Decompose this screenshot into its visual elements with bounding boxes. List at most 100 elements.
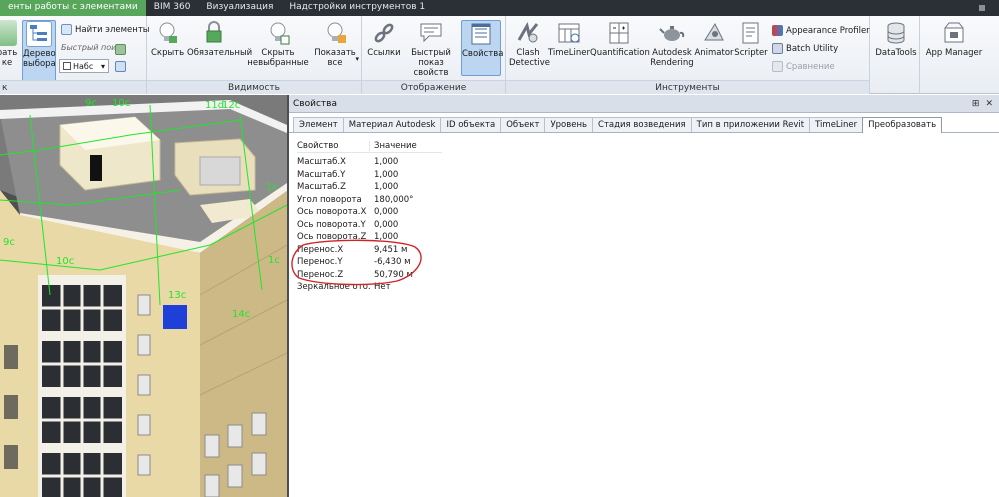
compare-button[interactable]: Сравнение [772,61,835,72]
timeliner-button[interactable]: TimeLiner [548,20,590,58]
property-row[interactable]: Перенос.X 9,451 м [297,244,442,257]
property-value: 180,000° [374,194,414,205]
quick-properties-button[interactable]: Быстрый показ свойств [402,20,460,78]
tab-object-id[interactable]: ID объекта [440,117,502,132]
property-value: 1,000 [374,157,399,168]
properties-table: Свойство Значение Масштаб.X 1,000 Масштаб.… [297,139,442,294]
autodesk-rendering-button[interactable]: Autodesk Rendering [649,20,695,68]
tab-object[interactable]: Объект [500,117,546,132]
building-model: 9c 10c 11d 12c 9c 10c 13c 14c 1c 1c [0,95,287,497]
hide-button[interactable]: Скрыть [151,20,184,58]
selected-element-highlight[interactable] [163,305,187,329]
quantification-button[interactable]: Quantification [590,20,650,58]
property-row[interactable]: Перенос.Z 50,790 м [297,269,442,282]
ribbon-tab-bar: енты работы с элементами BIM 360 Визуали… [0,0,999,16]
animator-icon [701,20,727,46]
lightbulb-multi-icon [265,20,291,46]
properties-tab-strip: Элемент Материал Autodesk ID объекта Объ… [289,116,999,133]
links-button[interactable]: Ссылки [365,20,403,58]
batch-utility-label: Batch Utility [786,43,839,54]
properties-label: Свойства [462,49,504,59]
property-name: Ось поворота.Y [297,219,366,230]
property-name: Зеркальное ото... [297,282,370,293]
column-header-property[interactable]: Свойство [297,140,370,151]
tab-transform[interactable]: Преобразовать [862,117,943,133]
tab-level[interactable]: Уровень [544,117,594,132]
panel-datatools: DataTools [870,16,920,94]
selection-set-combo[interactable]: Набс ▾ [59,59,109,73]
save-selection-button[interactable] [115,44,126,55]
property-name: Ось поворота.X [297,207,367,218]
tab-element[interactable]: Элемент [293,117,344,132]
clash-detective-button[interactable]: Clash Detective [509,20,550,68]
property-name: Угол поворота [297,194,362,205]
find-items-button[interactable]: Найти элементы [61,24,150,35]
property-name: Перенос.Y [297,257,343,268]
property-row[interactable]: Ось поворота.Z 1,000 [297,231,442,244]
property-name: Масштаб.Z [297,182,346,193]
hide-tool-button[interactable]: рать ке [0,20,20,68]
required-button[interactable]: Обязательный [187,20,252,58]
timeliner-label: TimeLiner [548,48,591,58]
batch-utility-icon [772,43,783,54]
property-value: 1,000 [374,169,399,180]
tab-addins[interactable]: Надстройки инструментов 1 [281,0,433,16]
property-name: Масштаб.X [297,157,346,168]
property-value: 1,000 [374,182,399,193]
tab-visualization[interactable]: Визуализация [198,0,281,16]
tab-revit-type[interactable]: Тип в приложении Revit [690,117,811,132]
selection-tree-button[interactable]: Дерево выбора [22,20,56,82]
scripter-label: Scripter [734,48,768,58]
property-row[interactable]: Ось поворота.X 0,000 [297,206,442,219]
property-row[interactable]: Масштаб.X 1,000 [297,156,442,169]
ribbon: рать ке Дерево выбора Найти элементы Быс… [0,16,999,94]
property-row[interactable]: Масштаб.Z 1,000 [297,181,442,194]
property-row[interactable]: Угол поворота 180,000° [297,194,442,207]
selection-tree-icon [26,21,52,47]
3d-viewport[interactable]: 9c 10c 11d 12c 9c 10c 13c 14c 1c 1c [0,95,287,497]
timeliner-icon [556,20,582,46]
property-value: 50,790 м [374,269,413,280]
selection-set-icon [63,62,71,70]
app-manager-button[interactable]: App Manager [924,20,984,58]
show-all-dropdown-icon[interactable]: ▾ [355,54,359,64]
property-row[interactable]: Масштаб.Y 1,000 [297,169,442,182]
clash-detective-label-a: Clash [516,48,540,58]
ribbon-minimize-control[interactable] [959,0,999,16]
quick-properties-label-a: Быстрый [411,48,451,58]
tab-construction-phase[interactable]: Стадия возведения [592,117,692,132]
quantification-label: Quantification [590,48,650,58]
tab-bim360[interactable]: BIM 360 [146,0,199,16]
datatools-button[interactable]: DataTools [874,20,918,58]
clash-detective-icon [515,20,541,46]
properties-button[interactable]: Свойства [461,20,504,76]
property-row[interactable]: Зеркальное ото... Нет [297,281,442,294]
select-same-icon [115,61,126,72]
selection-tree-label-b: выбора [23,59,56,69]
hide-tool-label-a: рать [0,48,18,58]
animator-button[interactable]: Animator [694,20,734,58]
batch-utility-button[interactable]: Batch Utility [772,43,838,54]
appearance-profiler-button[interactable]: Appearance Profiler [772,25,870,36]
select-same-button[interactable] [115,61,126,72]
property-row[interactable]: Ось поворота.Y 0,000 [297,219,442,232]
scripter-button[interactable]: Scripter [734,20,768,58]
close-icon[interactable]: ✕ [985,99,993,109]
property-row[interactable]: Перенос.Y -6,430 м [297,256,442,269]
quick-properties-label-b: показ свойств [413,58,449,78]
panel-tools-title: Инструменты [506,80,869,94]
selection-tree-label-a: Дерево [23,49,56,59]
tab-timeliner[interactable]: TimeLiner [809,117,864,132]
tab-autodesk-material[interactable]: Материал Autodesk [342,117,442,132]
tab-item-tools[interactable]: енты работы с элементами [0,0,146,16]
hide-unselected-button[interactable]: Скрыть невыбранные [247,20,309,68]
properties-window-titlebar[interactable]: Свойства ⊞ ✕ [289,95,999,113]
property-name: Ось поворота.Z [297,232,367,243]
pin-icon[interactable]: ⊞ [972,99,980,109]
property-value: 0,000 [374,207,399,218]
app-manager-icon [941,20,967,46]
hide-icon [0,20,17,46]
teapot-icon [659,20,685,46]
column-header-value[interactable]: Значение [370,141,442,151]
show-all-button[interactable]: Показать все ▾ [313,20,359,68]
